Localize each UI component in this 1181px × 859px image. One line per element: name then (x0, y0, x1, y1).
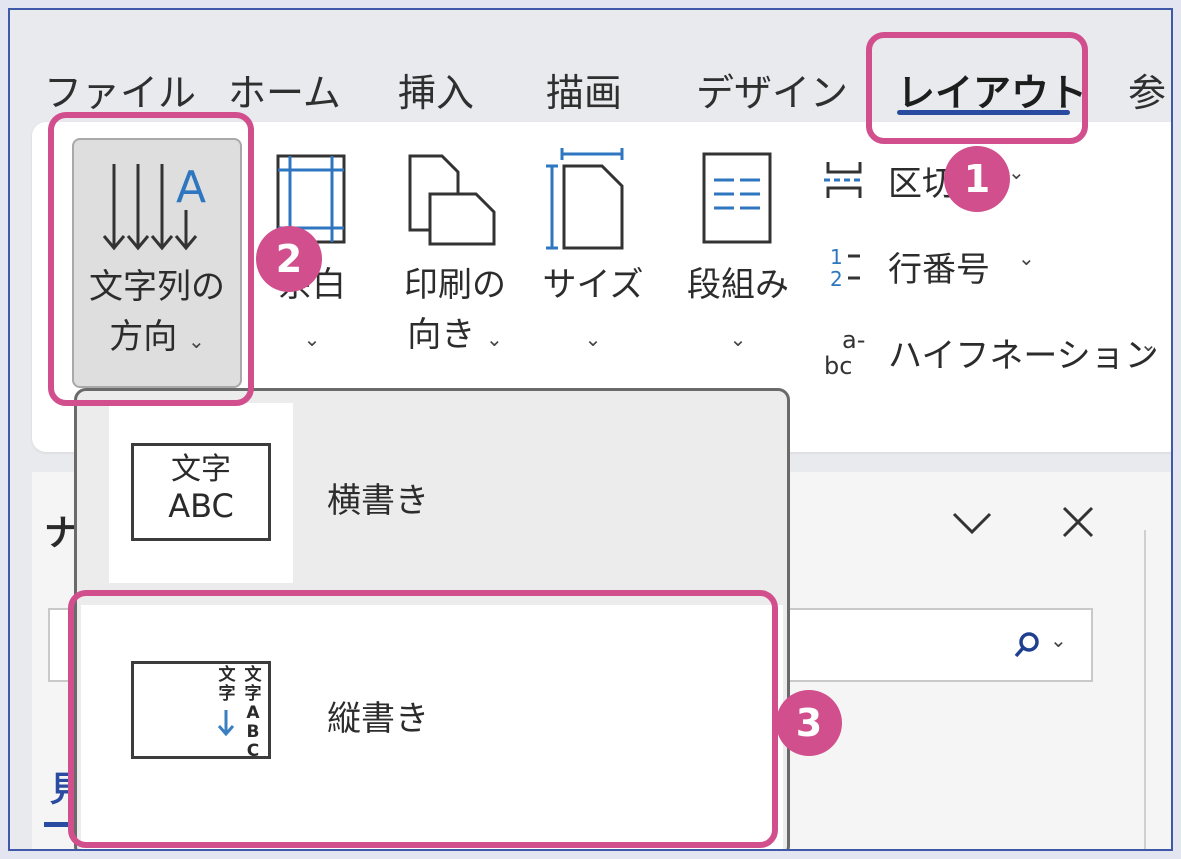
chevron-down-icon[interactable]: ⌄ (1050, 628, 1067, 652)
callout-layout-tab (866, 32, 1088, 144)
thumb-text-line1: 文字 (171, 452, 231, 487)
columns-button[interactable]: 段組み (678, 260, 798, 310)
svg-text:1: 1 (830, 245, 843, 269)
line-numbers-button[interactable]: 1 2 行番号 ⌄ (822, 242, 1062, 292)
tab-references-partial[interactable]: 参 (1128, 62, 1166, 117)
thumb-text-line2: ABC (168, 487, 234, 525)
tab-draw[interactable]: 描画 (546, 62, 622, 117)
search-icon[interactable] (1012, 630, 1042, 660)
orientation-label-1[interactable]: 印刷の (390, 260, 520, 310)
line-numbers-label: 行番号 (888, 250, 990, 290)
chevron-down-icon[interactable] (950, 508, 994, 538)
hyphenation-button[interactable]: a- bc ハイフネーション ⌄ (822, 326, 1162, 378)
chevron-down-icon: ⌄ (303, 327, 321, 351)
chevron-down-icon: ⌄ (486, 327, 503, 351)
step-badge-3: 3 (776, 690, 842, 756)
size-icon (546, 148, 624, 250)
hyphenation-label: ハイフネーション (888, 336, 1159, 376)
menu-item-horizontal[interactable]: 文字 ABC 横書き (81, 403, 783, 583)
orientation-icon (408, 154, 496, 246)
pane-divider (1144, 530, 1146, 849)
svg-text:a-: a- (842, 326, 865, 354)
tab-file[interactable]: ファイル (44, 62, 196, 117)
size-button[interactable]: サイズ (538, 260, 648, 310)
horizontal-text-thumbnail: 文字 ABC (131, 443, 271, 541)
tab-home[interactable]: ホーム (228, 62, 341, 117)
tab-insert[interactable]: 挿入 (398, 62, 474, 117)
close-icon[interactable] (1060, 504, 1096, 540)
line-numbers-icon: 1 2 (830, 245, 860, 291)
chevron-down-icon: ⌄ (1140, 332, 1157, 356)
chevron-down-icon: ⌄ (1008, 160, 1025, 184)
orientation-label-2: 向き (407, 315, 476, 355)
chevron-down-icon: ⌄ (729, 327, 747, 351)
chevron-down-icon: ⌄ (1018, 246, 1035, 270)
menu-label-horizontal: 横書き (327, 481, 429, 521)
step-badge-1: 1 (944, 146, 1010, 212)
app-window: ファイル ホーム 挿入 描画 デザイン レイアウト 参 A 文字列の 方向 ⌄ (8, 8, 1173, 851)
callout-text-direction (48, 112, 254, 406)
chevron-down-icon: ⌄ (584, 327, 602, 351)
callout-vertical-option (68, 590, 778, 848)
svg-text:2: 2 (830, 267, 843, 291)
columns-icon (702, 152, 772, 244)
svg-text:bc: bc (824, 352, 852, 378)
hyphenation-icon: a- bc (824, 326, 865, 378)
step-badge-2: 2 (256, 226, 322, 292)
breaks-icon (824, 162, 864, 198)
tab-design[interactable]: デザイン (696, 62, 848, 117)
